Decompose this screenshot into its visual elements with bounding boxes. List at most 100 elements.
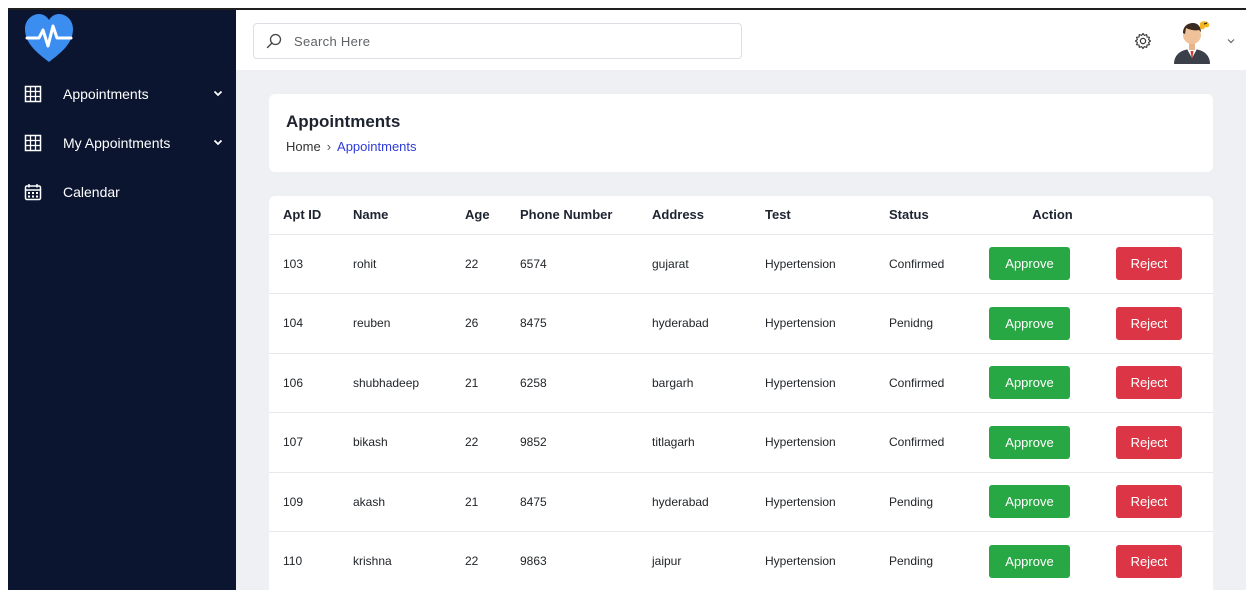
- reject-button[interactable]: Reject: [1116, 544, 1182, 578]
- breadcrumb-separator: ›: [326, 139, 332, 154]
- sidebar-item-my-appointments[interactable]: My Appointments: [8, 123, 236, 163]
- cell-address: titlagarh: [652, 412, 765, 473]
- sidebar-item-label: My Appointments: [63, 135, 171, 151]
- sidebar: Appointments My Appointments Calendar: [8, 10, 236, 590]
- approve-button[interactable]: Approve: [989, 544, 1070, 578]
- table-row: 110 krishna 22 9863 jaipur Hypertension …: [269, 531, 1213, 590]
- cell-apt-id: 109: [269, 472, 353, 532]
- cell-approve: Approve: [989, 293, 1116, 354]
- cell-test: Hypertension: [765, 531, 889, 590]
- cell-phone: 6258: [520, 353, 652, 413]
- sidebar-item-calendar[interactable]: Calendar: [8, 172, 236, 212]
- cell-name: rohit: [353, 234, 465, 294]
- cell-test: Hypertension: [765, 353, 889, 413]
- cell-apt-id: 106: [269, 353, 353, 413]
- reject-button[interactable]: Reject: [1116, 366, 1182, 400]
- table-row: 109 akash 21 8475 hyderabad Hypertension…: [269, 472, 1213, 532]
- chevron-down-icon[interactable]: [212, 87, 224, 99]
- reject-button[interactable]: Reject: [1116, 306, 1182, 340]
- cell-test: Hypertension: [765, 412, 889, 473]
- table-header-row: Apt ID Name Age Phone Number Address Tes…: [269, 196, 1213, 235]
- cell-phone: 9863: [520, 531, 652, 590]
- cell-reject: Reject: [1116, 293, 1213, 354]
- column-header-test[interactable]: Test: [765, 196, 889, 235]
- approve-button[interactable]: Approve: [989, 485, 1070, 519]
- cell-name: bikash: [353, 412, 465, 473]
- cell-approve: Approve: [989, 353, 1116, 413]
- cell-approve: Approve: [989, 531, 1116, 590]
- cell-test: Hypertension: [765, 293, 889, 354]
- table-row: 103 rohit 22 6574 gujarat Hypertension C…: [269, 234, 1213, 294]
- sidebar-item-label: Appointments: [63, 86, 149, 102]
- column-header-apt-id[interactable]: Apt ID: [269, 196, 353, 235]
- reject-button[interactable]: Reject: [1116, 247, 1182, 281]
- cell-name: shubhadeep: [353, 353, 465, 413]
- avatar[interactable]: [1170, 18, 1214, 64]
- cell-reject: Reject: [1116, 472, 1213, 532]
- cell-status: Pending: [889, 531, 989, 590]
- sidebar-item-label: Calendar: [63, 184, 120, 200]
- cell-test: Hypertension: [765, 234, 889, 294]
- cell-approve: Approve: [989, 234, 1116, 294]
- cell-apt-id: 103: [269, 234, 353, 294]
- heart-pulse-logo-icon[interactable]: [22, 12, 76, 64]
- cell-phone: 9852: [520, 412, 652, 473]
- reject-button[interactable]: Reject: [1116, 425, 1182, 459]
- calendar-icon: [24, 184, 42, 201]
- cell-apt-id: 110: [269, 531, 353, 590]
- table-grid-icon: [24, 134, 42, 152]
- cell-reject: Reject: [1116, 234, 1213, 294]
- cell-apt-id: 104: [269, 293, 353, 354]
- appointments-table: Apt ID Name Age Phone Number Address Tes…: [269, 196, 1213, 590]
- column-header-status[interactable]: Status: [889, 196, 989, 235]
- cell-test: Hypertension: [765, 472, 889, 532]
- cell-address: hyderabad: [652, 472, 765, 532]
- column-header-age[interactable]: Age: [465, 196, 520, 235]
- cell-status: Confirmed: [889, 353, 989, 413]
- approve-button[interactable]: Approve: [989, 425, 1070, 459]
- column-header-address[interactable]: Address: [652, 196, 765, 235]
- column-header-phone[interactable]: Phone Number: [520, 196, 652, 235]
- cell-approve: Approve: [989, 412, 1116, 473]
- table-grid-icon: [24, 85, 42, 103]
- breadcrumb-current[interactable]: Appointments: [337, 139, 417, 154]
- approve-button[interactable]: Approve: [989, 306, 1070, 340]
- chevron-down-icon[interactable]: [212, 136, 224, 148]
- chevron-down-icon[interactable]: [1226, 36, 1236, 46]
- gear-icon[interactable]: [1134, 32, 1152, 50]
- column-header-action: Action: [989, 196, 1116, 235]
- cell-name: reuben: [353, 293, 465, 354]
- cell-approve: Approve: [989, 472, 1116, 532]
- search-icon: [266, 33, 282, 49]
- cell-age: 22: [465, 412, 520, 473]
- breadcrumb-home-link[interactable]: Home: [286, 139, 321, 154]
- appointments-table-card: Apt ID Name Age Phone Number Address Tes…: [269, 196, 1213, 590]
- cell-age: 21: [465, 353, 520, 413]
- cell-status: Pending: [889, 472, 989, 532]
- cell-address: gujarat: [652, 234, 765, 294]
- sidebar-item-appointments[interactable]: Appointments: [8, 74, 236, 114]
- page-header-card: Appointments Home › Appointments: [269, 94, 1213, 172]
- cell-address: jaipur: [652, 531, 765, 590]
- cell-status: Confirmed: [889, 234, 989, 294]
- cell-reject: Reject: [1116, 412, 1213, 473]
- cell-phone: 8475: [520, 293, 652, 354]
- cell-age: 22: [465, 531, 520, 590]
- table-row: 106 shubhadeep 21 6258 bargarh Hypertens…: [269, 353, 1213, 413]
- approve-button[interactable]: Approve: [989, 366, 1070, 400]
- top-header: [236, 10, 1246, 70]
- breadcrumb: Home › Appointments: [286, 139, 417, 154]
- table-row: 104 reuben 26 8475 hyderabad Hypertensio…: [269, 293, 1213, 354]
- reject-button[interactable]: Reject: [1116, 485, 1182, 519]
- search-input[interactable]: [294, 24, 734, 58]
- column-header-name[interactable]: Name: [353, 196, 465, 235]
- cell-name: krishna: [353, 531, 465, 590]
- cell-status: Penidng: [889, 293, 989, 354]
- approve-button[interactable]: Approve: [989, 247, 1070, 281]
- cell-apt-id: 107: [269, 412, 353, 473]
- cell-age: 22: [465, 234, 520, 294]
- cell-status: Confirmed: [889, 412, 989, 473]
- cell-age: 21: [465, 472, 520, 532]
- search-box[interactable]: [253, 23, 742, 59]
- column-header-blank: [1116, 196, 1213, 235]
